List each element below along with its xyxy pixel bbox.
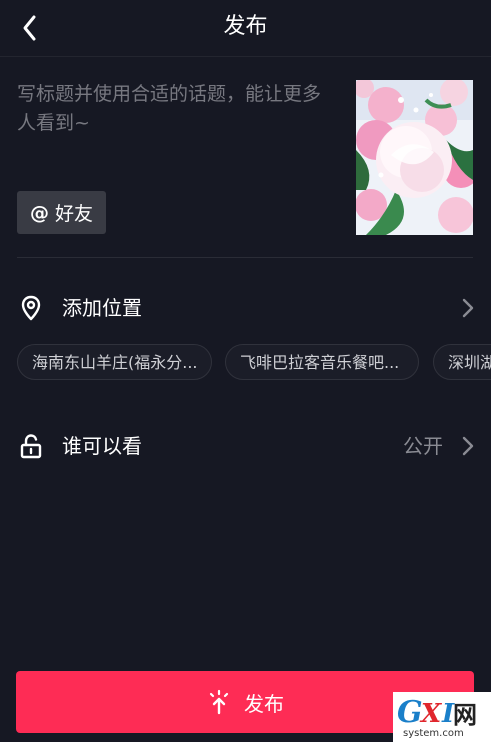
publish-spark-icon: [209, 689, 229, 715]
mention-friend-button[interactable]: @ 好友: [17, 191, 106, 234]
unlock-icon: [20, 434, 42, 459]
svg-text:网: 网: [453, 701, 477, 729]
watermark-logo: G X I 网 system.com: [393, 692, 491, 742]
location-chip[interactable]: 深圳湖: [433, 344, 491, 380]
location-chip[interactable]: 飞啡巴拉客音乐餐吧...: [225, 344, 419, 380]
privacy-row[interactable]: 谁可以看 公开: [0, 421, 491, 471]
location-chip[interactable]: 海南东山羊庄(福永分...: [17, 344, 212, 380]
publish-label: 发布: [244, 691, 284, 716]
svg-text:X: X: [419, 699, 443, 729]
at-icon: @: [29, 201, 49, 224]
privacy-label: 谁可以看: [62, 434, 142, 458]
flower-image: [356, 80, 473, 235]
chevron-right-icon: [462, 298, 474, 318]
svg-text:system.com: system.com: [403, 728, 464, 739]
chevron-right-icon: [462, 436, 474, 456]
divider: [17, 257, 473, 258]
add-location-row[interactable]: 添加位置: [0, 283, 491, 333]
add-location-label: 添加位置: [62, 296, 142, 320]
page-title: 发布: [223, 14, 268, 39]
publish-screen: 发布 写标题并使用合适的话题，能让更多人看到~ @ 好友 添加位置 海南东山羊庄…: [0, 0, 491, 742]
mention-label: 好友: [54, 203, 93, 225]
privacy-value: 公开: [403, 434, 443, 458]
caption-input[interactable]: 写标题并使用合适的话题，能让更多人看到~: [17, 80, 337, 144]
header-bar: 发布: [0, 0, 491, 57]
svg-text:G: G: [397, 695, 423, 730]
watermark-graphic: G X I 网 system.com: [393, 692, 491, 742]
location-pin-icon: [21, 295, 41, 321]
location-suggestions: 海南东山羊庄(福永分... 飞啡巴拉客音乐餐吧... 深圳湖: [17, 344, 491, 382]
video-cover-thumbnail[interactable]: [356, 80, 473, 235]
